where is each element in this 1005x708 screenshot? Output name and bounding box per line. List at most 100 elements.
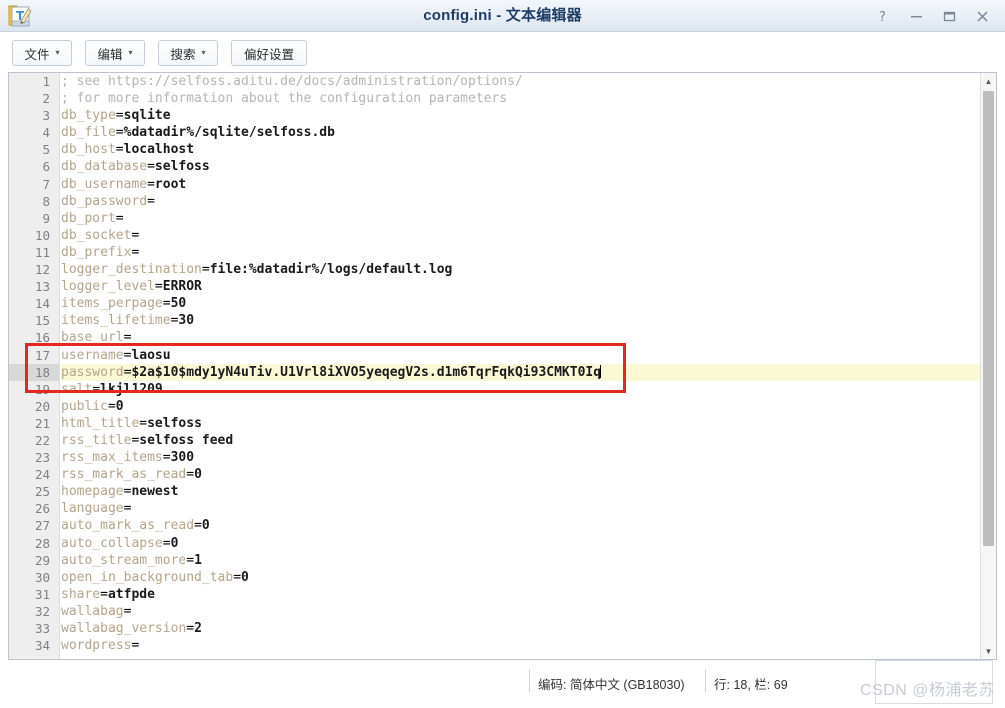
- preferences-button[interactable]: 偏好设置: [231, 40, 307, 66]
- edit-menu-button[interactable]: 编辑 ▾: [85, 40, 145, 66]
- code-line[interactable]: wordpress=: [61, 637, 980, 654]
- config-value: selfoss feed: [139, 432, 234, 448]
- config-value: $2a$10$mdy1yN4uTiv.U1Vrl8iXVO5yeqegV2s.d…: [131, 364, 602, 380]
- line-number: 7: [42, 176, 50, 192]
- code-line[interactable]: rss_title=selfoss feed: [61, 432, 980, 449]
- config-key: auto_mark_as_read: [61, 518, 195, 534]
- code-line[interactable]: ; see https://selfoss.aditu.de/docs/admi…: [61, 73, 980, 90]
- search-menu-button[interactable]: 搜索 ▾: [158, 40, 218, 66]
- code-line[interactable]: db_prefix=: [61, 244, 980, 261]
- comment-token: ; for more information about the configu…: [61, 91, 508, 107]
- text-editor-area[interactable]: 1 2 3 4 5 6 7 8 9 10 11 12 13 14 15 16 17 18 19 20 21 22 23 24 2…: [8, 72, 997, 660]
- code-line[interactable]: username=laosu: [61, 347, 980, 364]
- code-line[interactable]: password=$2a$10$mdy1yN4uTiv.U1Vrl8iXVO5y…: [61, 363, 980, 381]
- config-key: logger_destination: [61, 262, 202, 278]
- config-value: 30: [178, 313, 195, 329]
- code-line[interactable]: db_type=sqlite: [61, 107, 980, 124]
- code-line[interactable]: db_port=: [61, 210, 980, 227]
- equals-sign: =: [162, 296, 171, 312]
- code-line[interactable]: db_host=localhost: [61, 141, 980, 158]
- code-line[interactable]: homepage=newest: [61, 483, 980, 500]
- equals-sign: =: [233, 569, 242, 585]
- code-line[interactable]: salt=lkjl1209: [61, 381, 980, 398]
- code-line[interactable]: public=0: [61, 398, 980, 415]
- maximize-button[interactable]: [933, 1, 966, 31]
- close-button[interactable]: [966, 1, 999, 31]
- code-line[interactable]: rss_mark_as_read=0: [61, 466, 980, 483]
- code-line[interactable]: auto_collapse=0: [61, 535, 980, 552]
- code-line[interactable]: db_database=selfoss: [61, 158, 980, 175]
- code-line[interactable]: logger_level=ERROR: [61, 278, 980, 295]
- line-number: 12: [34, 262, 50, 278]
- help-button[interactable]: ?: [867, 1, 900, 31]
- scroll-up-arrow-icon[interactable]: ▲: [981, 73, 996, 89]
- code-line[interactable]: db_file=%datadir%/sqlite/selfoss.db: [61, 124, 980, 141]
- config-key: wallabag_version: [61, 621, 187, 636]
- equals-sign: =: [147, 193, 155, 209]
- config-value: 2: [194, 621, 202, 636]
- line-number: 3: [42, 108, 50, 124]
- line-number: 14: [34, 296, 50, 312]
- code-line[interactable]: base_url=: [61, 329, 980, 346]
- config-value: laosu: [131, 347, 171, 363]
- line-number: 27: [34, 518, 50, 534]
- code-line[interactable]: db_password=: [61, 193, 980, 210]
- code-line[interactable]: rss_max_items=300: [61, 449, 980, 466]
- search-menu-label: 搜索: [170, 47, 196, 62]
- scroll-down-arrow-icon[interactable]: ▼: [981, 643, 996, 659]
- equals-sign: =: [186, 552, 195, 568]
- line-number: 22: [34, 432, 50, 448]
- config-value: %datadir%/sqlite/selfoss.db: [123, 125, 335, 141]
- config-key: db_file: [61, 125, 116, 141]
- minimize-button[interactable]: [900, 1, 933, 31]
- code-line[interactable]: auto_mark_as_read=0: [61, 517, 980, 534]
- code-line[interactable]: open_in_background_tab=0: [61, 569, 980, 586]
- code-line[interactable]: html_title=selfoss: [61, 415, 980, 432]
- vertical-scrollbar[interactable]: ▲ ▼: [980, 73, 996, 659]
- code-line[interactable]: share=atfpde: [61, 586, 980, 603]
- edit-menu-label: 编辑: [97, 47, 123, 62]
- config-key: username: [61, 347, 124, 363]
- code-line[interactable]: items_lifetime=30: [61, 312, 980, 329]
- code-content[interactable]: ; see https://selfoss.aditu.de/docs/admi…: [61, 73, 980, 659]
- config-key: db_host: [61, 142, 116, 158]
- status-divider: [529, 670, 530, 692]
- encoding-status: 编码: 简体中文 (GB18030): [538, 678, 685, 692]
- config-value: 1: [194, 552, 202, 568]
- config-key: password: [61, 364, 124, 380]
- code-line[interactable]: language=: [61, 500, 980, 517]
- config-key: items_perpage: [61, 296, 163, 312]
- config-key: rss_max_items: [61, 450, 163, 466]
- line-number: 24: [34, 467, 50, 483]
- code-line[interactable]: logger_destination=file:%datadir%/logs/d…: [61, 261, 980, 278]
- equals-sign: =: [194, 518, 202, 534]
- svg-text:?: ?: [879, 10, 886, 23]
- equals-sign: =: [115, 108, 124, 124]
- code-line[interactable]: wallabag=: [61, 603, 980, 620]
- config-key: open_in_background_tab: [61, 569, 234, 585]
- config-value: newest: [131, 484, 179, 500]
- config-key: wordpress: [61, 638, 132, 654]
- code-line[interactable]: auto_stream_more=1: [61, 552, 980, 569]
- cursor-position-status: 行: 18, 栏: 69: [714, 678, 788, 692]
- code-line[interactable]: db_username=root: [61, 176, 980, 193]
- scrollbar-thumb[interactable]: [983, 91, 994, 546]
- line-number: 20: [34, 398, 50, 414]
- code-line[interactable]: wallabag_version=2: [61, 620, 980, 637]
- equals-sign: =: [115, 142, 124, 158]
- file-menu-button[interactable]: 文件 ▾: [12, 40, 72, 66]
- config-value: 50: [170, 296, 187, 312]
- equals-sign: =: [154, 279, 163, 295]
- line-number: 25: [34, 484, 50, 500]
- line-number: 18: [9, 363, 59, 381]
- code-line[interactable]: ; for more information about the configu…: [61, 90, 980, 107]
- equals-sign: =: [139, 415, 148, 431]
- code-line[interactable]: db_socket=: [61, 227, 980, 244]
- equals-sign: =: [147, 159, 155, 175]
- equals-sign: =: [131, 227, 140, 243]
- config-value: 0: [241, 569, 249, 585]
- equals-sign: =: [147, 176, 155, 192]
- code-line[interactable]: items_perpage=50: [61, 295, 980, 312]
- line-number: 15: [34, 313, 50, 329]
- config-value: 0: [201, 518, 210, 534]
